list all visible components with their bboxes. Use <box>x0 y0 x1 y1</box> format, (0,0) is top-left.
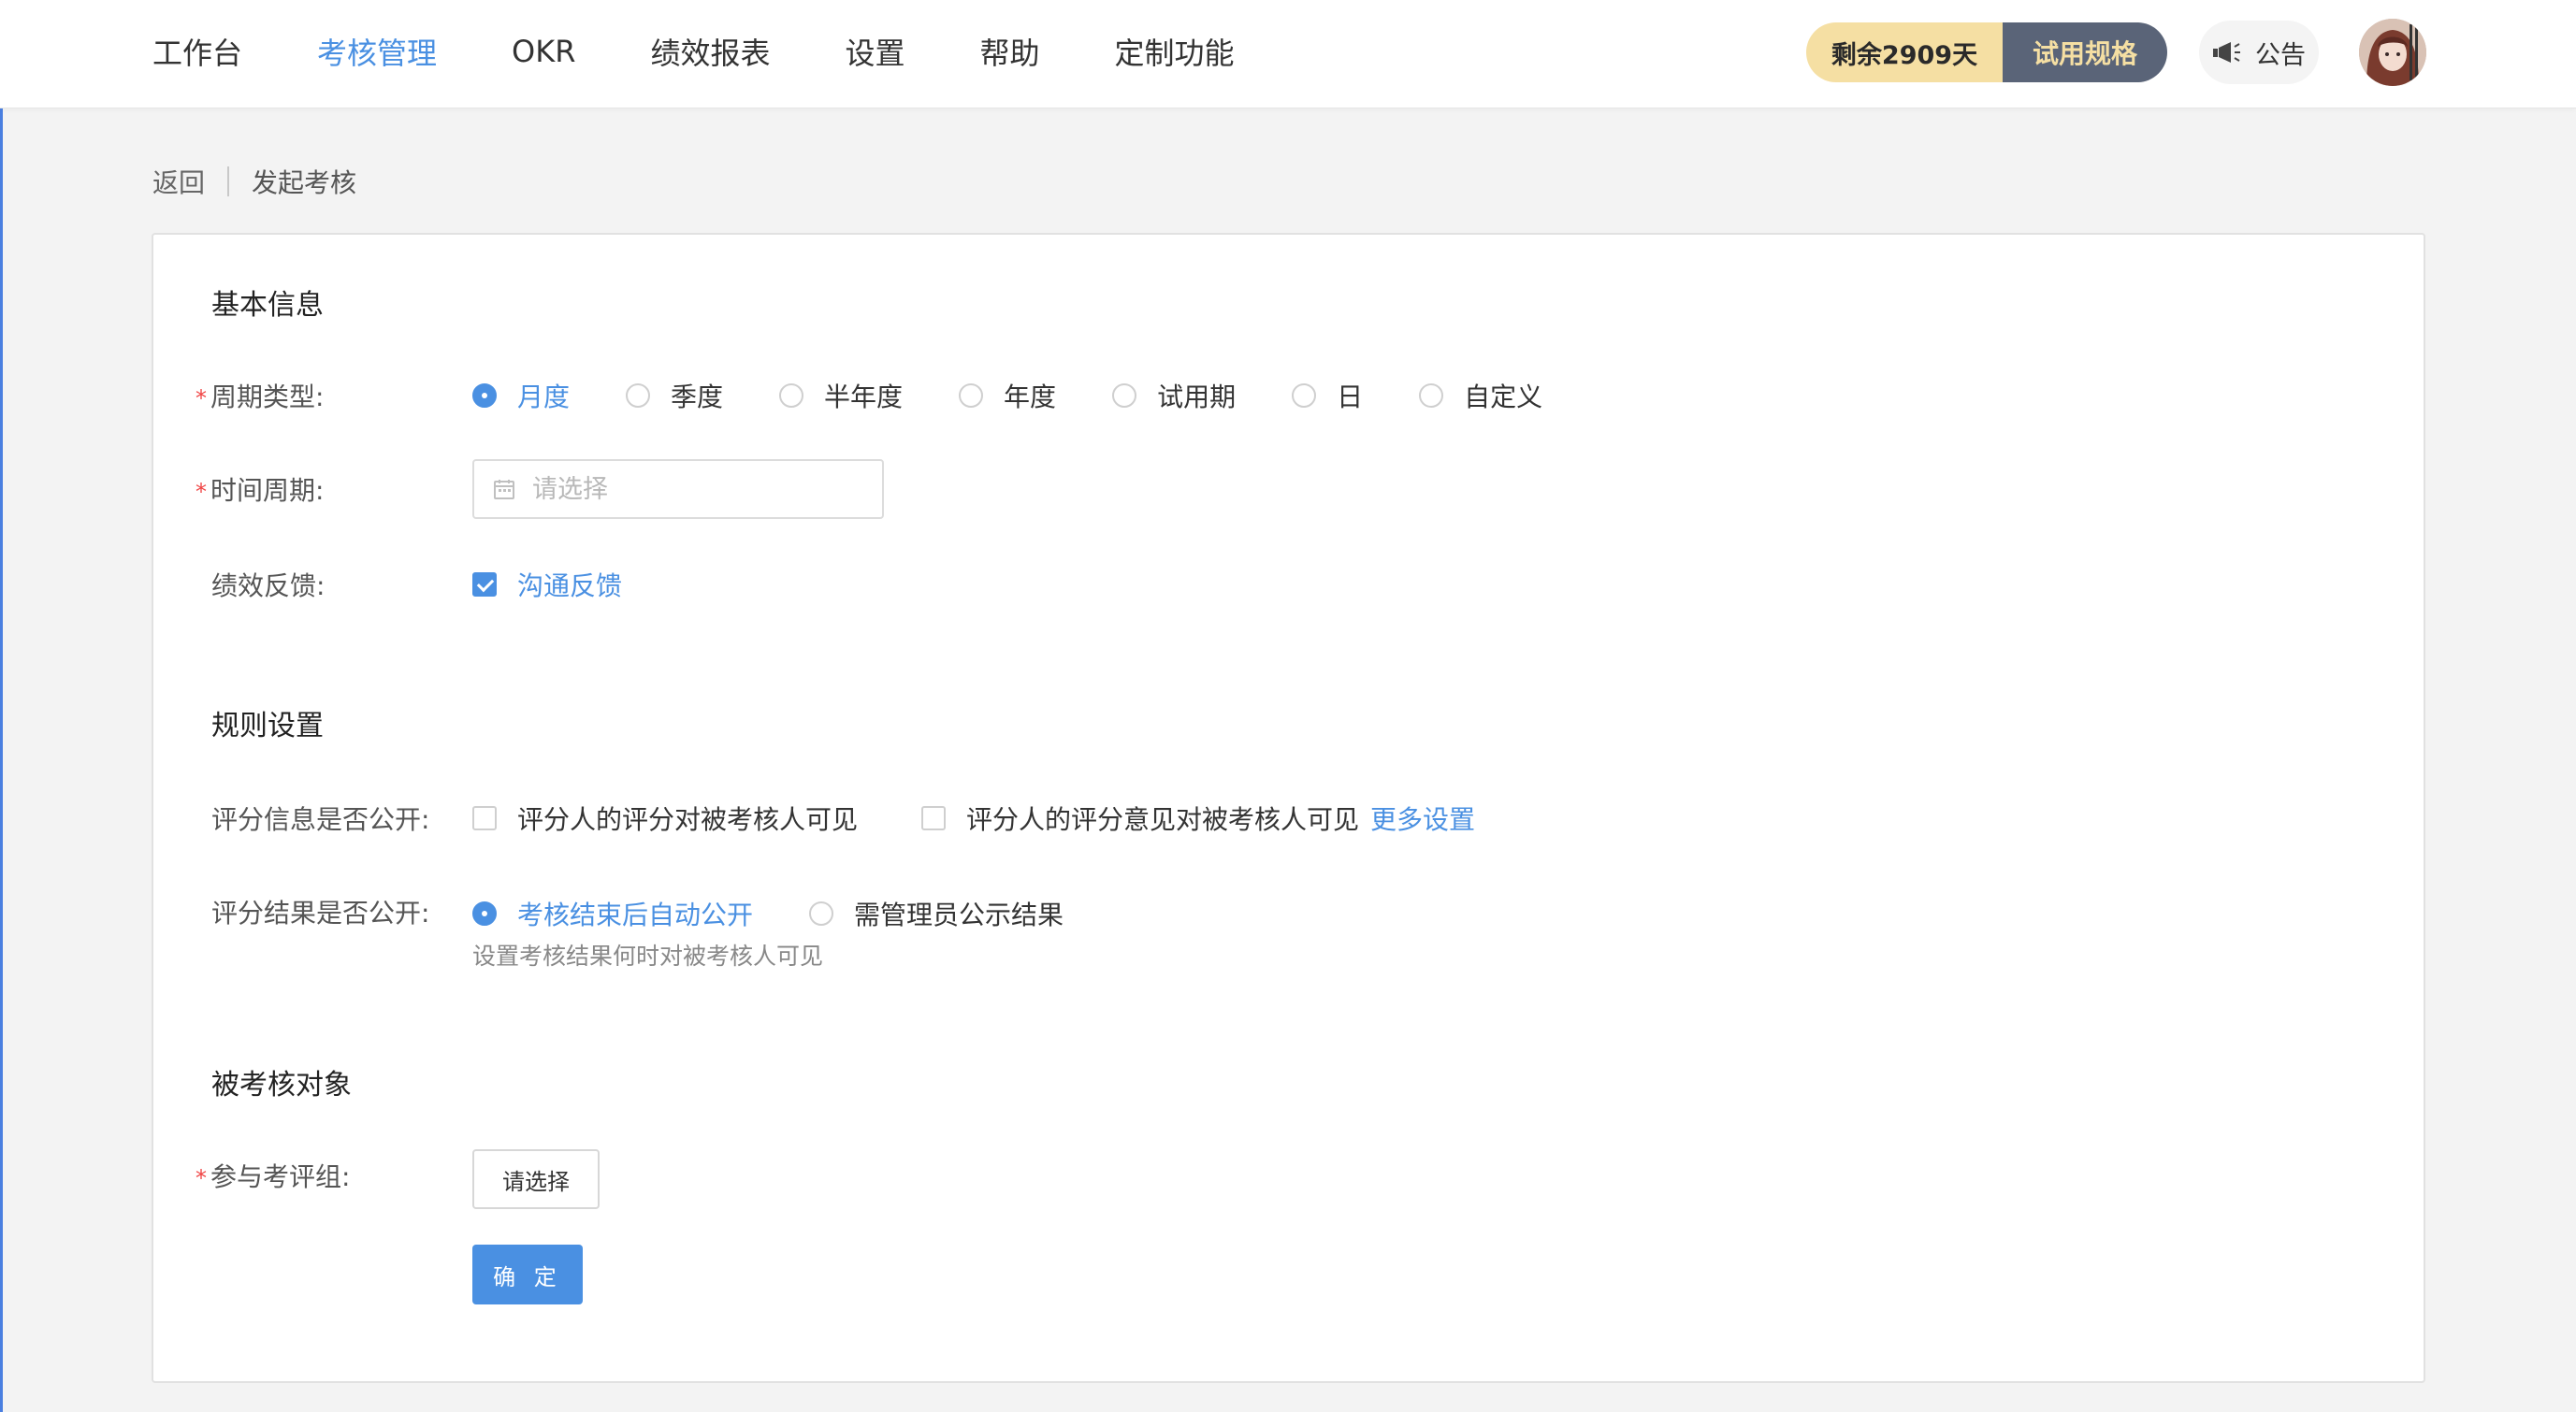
radio-unchecked <box>1292 383 1317 408</box>
radio-unchecked <box>1112 383 1137 408</box>
required-mark: * <box>195 479 207 505</box>
score-result-hint: 设置考核结果何时对被考核人可见 <box>472 943 824 970</box>
nav-item-settings[interactable]: 设置 <box>845 30 904 73</box>
breadcrumb-current: 发起考核 <box>252 167 357 198</box>
radio-unchecked <box>959 383 984 408</box>
cycle-option-custom[interactable]: 自定义 <box>1419 377 1542 414</box>
cycle-option-yearly[interactable]: 年度 <box>959 377 1056 414</box>
cycle-option-monthly[interactable]: 月度 <box>472 377 570 414</box>
calendar-icon <box>494 480 514 499</box>
cycle-option-quarterly[interactable]: 季度 <box>626 377 723 414</box>
option-label: 评分人的评分意见对被考核人可见 <box>966 804 1360 835</box>
checkbox-unchecked <box>472 806 497 830</box>
time-period-picker[interactable] <box>472 459 884 519</box>
window-edge <box>0 0 3 1412</box>
time-period-label: * 时间周期: <box>195 470 324 508</box>
main-nav: 工作台 考核管理 OKR 绩效报表 设置 帮助 定制功能 <box>152 0 1310 103</box>
comment-visible-option[interactable]: 评分人的评分意见对被考核人可见 <box>921 800 1359 837</box>
nav-item-workbench[interactable]: 工作台 <box>152 30 242 73</box>
cycle-option-daily[interactable]: 日 <box>1292 377 1363 414</box>
section-title-targets: 被考核对象 <box>211 1069 352 1102</box>
more-settings-link[interactable]: 更多设置 <box>1370 800 1475 837</box>
breadcrumb: 返回 发起考核 <box>152 163 356 200</box>
cycle-option-probation[interactable]: 试用期 <box>1112 377 1236 414</box>
radio-unchecked <box>809 901 834 926</box>
radio-unchecked <box>1419 383 1444 408</box>
plan-label[interactable]: 试用规格 <box>2003 22 2167 82</box>
nav-item-reports[interactable]: 绩效报表 <box>650 30 770 73</box>
avatar-image <box>2359 19 2426 86</box>
top-navbar: 工作台 考核管理 OKR 绩效报表 设置 帮助 定制功能 剩余2909天 试用规… <box>0 0 2576 108</box>
checkbox-unchecked <box>921 806 947 830</box>
radio-unchecked <box>779 383 804 408</box>
option-label: 自定义 <box>1464 382 1543 412</box>
score-info-checkbox-group: 评分人的评分对被考核人可见 评分人的评分意见对被考核人可见 更多设置 <box>472 800 1475 837</box>
remaining-days: 剩余2909天 <box>1806 22 2003 82</box>
confirm-button[interactable]: 确 定 <box>472 1245 583 1304</box>
radio-unchecked <box>626 383 651 408</box>
cycle-type-label-text: 周期类型: <box>210 382 325 412</box>
group-label: * 参与考评组: <box>195 1157 350 1194</box>
user-avatar[interactable] <box>2359 19 2426 86</box>
breadcrumb-divider <box>227 166 230 196</box>
option-label: 考核结束后自动公开 <box>517 900 754 930</box>
radio-checked <box>472 901 497 926</box>
cycle-type-radio-group: 月度 季度 半年度 年度 试用期 日 自定义 <box>472 377 1542 414</box>
checkbox-checked <box>472 572 497 597</box>
notice-button[interactable]: 公告 <box>2199 21 2319 84</box>
required-mark: * <box>195 1165 207 1191</box>
required-mark: * <box>195 385 207 411</box>
group-label-text: 参与考评组: <box>210 1161 351 1192</box>
select-group-button[interactable]: 请选择 <box>472 1149 600 1209</box>
option-label: 年度 <box>1004 382 1057 412</box>
cycle-option-half-year[interactable]: 半年度 <box>779 377 903 414</box>
option-label: 日 <box>1337 382 1364 412</box>
option-label: 季度 <box>671 382 724 412</box>
nav-item-assessment[interactable]: 考核管理 <box>317 30 437 73</box>
time-period-label-text: 时间周期: <box>210 475 325 506</box>
megaphone-icon <box>2213 42 2240 63</box>
nav-item-okr[interactable]: OKR <box>512 34 575 69</box>
option-label: 月度 <box>517 382 571 412</box>
back-link[interactable]: 返回 <box>152 163 205 200</box>
result-option-admin-publish[interactable]: 需管理员公示结果 <box>809 895 1064 932</box>
assessment-form-card: 基本信息 * 周期类型: 月度 季度 半年度 年度 试用期 日 自定义 * 时间… <box>152 233 2425 1383</box>
radio-checked <box>472 383 497 408</box>
plan-badge[interactable]: 剩余2909天 试用规格 <box>1806 22 2167 82</box>
score-result-public-label: 评分结果是否公开: <box>211 898 430 929</box>
nav-item-custom[interactable]: 定制功能 <box>1114 30 1234 73</box>
nav-item-help[interactable]: 帮助 <box>979 30 1039 73</box>
notice-label: 公告 <box>2255 40 2306 70</box>
feedback-checkbox-group: 沟通反馈 <box>472 566 622 603</box>
cycle-type-label: * 周期类型: <box>195 377 324 414</box>
feedback-label: 绩效反馈: <box>211 570 326 601</box>
option-label: 半年度 <box>824 382 904 412</box>
option-label: 沟通反馈 <box>517 570 623 601</box>
section-title-rules: 规则设置 <box>211 710 324 742</box>
feedback-option-communication[interactable]: 沟通反馈 <box>472 566 622 603</box>
result-option-auto-public[interactable]: 考核结束后自动公开 <box>472 895 753 932</box>
option-label: 试用期 <box>1157 382 1237 412</box>
option-label: 需管理员公示结果 <box>854 900 1064 930</box>
score-visible-option[interactable]: 评分人的评分对被考核人可见 <box>472 800 858 837</box>
time-period-input[interactable] <box>532 474 869 504</box>
option-label: 评分人的评分对被考核人可见 <box>517 804 859 835</box>
section-title-basic-info: 基本信息 <box>211 289 324 322</box>
score-info-public-label: 评分信息是否公开: <box>211 804 430 835</box>
score-result-radio-group: 考核结束后自动公开 需管理员公示结果 <box>472 895 1064 932</box>
